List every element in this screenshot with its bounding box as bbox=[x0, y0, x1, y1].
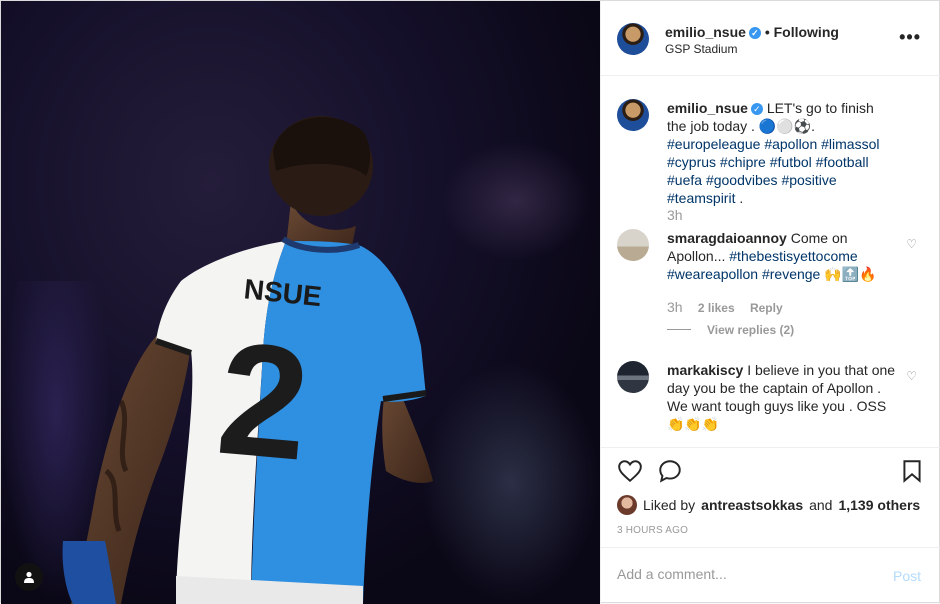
post-comment-button[interactable]: Post bbox=[893, 568, 921, 584]
heart-icon[interactable] bbox=[617, 458, 643, 484]
comment-like-icon[interactable]: ♡ bbox=[906, 237, 917, 251]
post-photo[interactable]: NSUE 2 bbox=[1, 1, 600, 604]
hashtag-link[interactable]: #uefa bbox=[667, 172, 702, 188]
hashtag-link[interactable]: #goodvibes bbox=[706, 172, 778, 188]
comment-icon[interactable] bbox=[657, 458, 683, 484]
hashtag-link[interactable]: #positive bbox=[781, 172, 836, 188]
avatar[interactable] bbox=[617, 361, 649, 393]
post-timestamp[interactable]: 3 HOURS AGO bbox=[617, 525, 688, 536]
avatar[interactable] bbox=[617, 23, 649, 55]
caption-username[interactable]: emilio_nsue bbox=[667, 100, 748, 116]
bookmark-icon[interactable] bbox=[899, 458, 925, 484]
likes-count[interactable]: 1,139 others bbox=[838, 497, 920, 513]
post-actions: Liked by antreastsokkas and 1,139 others… bbox=[601, 447, 940, 547]
comments-list[interactable]: emilio_nsue ✓ LET's go to finish the job … bbox=[601, 77, 940, 446]
comment-time[interactable]: 3h bbox=[667, 299, 683, 315]
header-username[interactable]: emilio_nsue bbox=[665, 24, 746, 40]
caption-time[interactable]: 3h bbox=[667, 207, 695, 223]
user-tag-button[interactable] bbox=[15, 563, 43, 591]
add-comment-section: Post bbox=[601, 547, 940, 604]
hashtag-link[interactable]: #chipre bbox=[720, 154, 766, 170]
view-replies-button[interactable]: View replies (2) bbox=[667, 323, 794, 337]
hashtag-link[interactable]: #thebestisyettocome bbox=[729, 248, 857, 264]
verified-badge-icon: ✓ bbox=[748, 27, 761, 39]
user-tag-icon bbox=[24, 571, 34, 583]
add-comment-input[interactable] bbox=[617, 566, 867, 582]
avatar[interactable] bbox=[617, 495, 637, 515]
hashtag-link[interactable]: #limassol bbox=[821, 136, 879, 152]
comment-text: smaragdaioannoy Come on Apollon... #theb… bbox=[667, 230, 877, 282]
hashtag-link[interactable]: #revenge bbox=[762, 266, 820, 282]
hashtag-link[interactable]: #apollon bbox=[764, 136, 817, 152]
liked-by-user[interactable]: antreastsokkas bbox=[701, 497, 803, 513]
reply-button[interactable]: Reply bbox=[750, 301, 783, 315]
player-figure: NSUE 2 bbox=[62, 116, 433, 604]
hashtag-link[interactable]: #cyprus bbox=[667, 154, 716, 170]
hashtag-link[interactable]: #football bbox=[816, 154, 869, 170]
post-modal: NSUE 2 emilio_nsue ✓ • Following GSP Stad… bbox=[0, 0, 940, 604]
hashtag-link[interactable]: #teamspirit bbox=[667, 190, 735, 206]
hashtag-link[interactable]: #futbol bbox=[770, 154, 812, 170]
comment-username[interactable]: markakiscy bbox=[667, 362, 743, 378]
comment-like-icon[interactable]: ♡ bbox=[906, 369, 917, 383]
verified-badge-icon: ✓ bbox=[750, 103, 763, 115]
comment-username[interactable]: smaragdaioannoy bbox=[667, 230, 787, 246]
comment-text: markakiscy I believe in you that one day… bbox=[667, 362, 896, 432]
caption-text: emilio_nsue ✓ LET's go to finish the job … bbox=[667, 100, 880, 206]
post-side-panel: emilio_nsue ✓ • Following GSP Stadium •••… bbox=[600, 1, 940, 604]
avatar[interactable] bbox=[617, 99, 649, 131]
liked-by: Liked by antreastsokkas and 1,139 others bbox=[617, 495, 920, 515]
comment-likes[interactable]: 2 likes bbox=[698, 301, 735, 315]
following-button[interactable]: • Following bbox=[765, 24, 839, 40]
more-options-icon[interactable]: ••• bbox=[899, 27, 921, 48]
jersey-number: 2 bbox=[211, 308, 315, 494]
hashtag-link[interactable]: #europeleague bbox=[667, 136, 760, 152]
location-link[interactable]: GSP Stadium bbox=[665, 42, 737, 56]
post-header: emilio_nsue ✓ • Following GSP Stadium ••• bbox=[601, 1, 940, 76]
hashtag-link[interactable]: #weareapollon bbox=[667, 266, 758, 282]
avatar[interactable] bbox=[617, 229, 649, 261]
